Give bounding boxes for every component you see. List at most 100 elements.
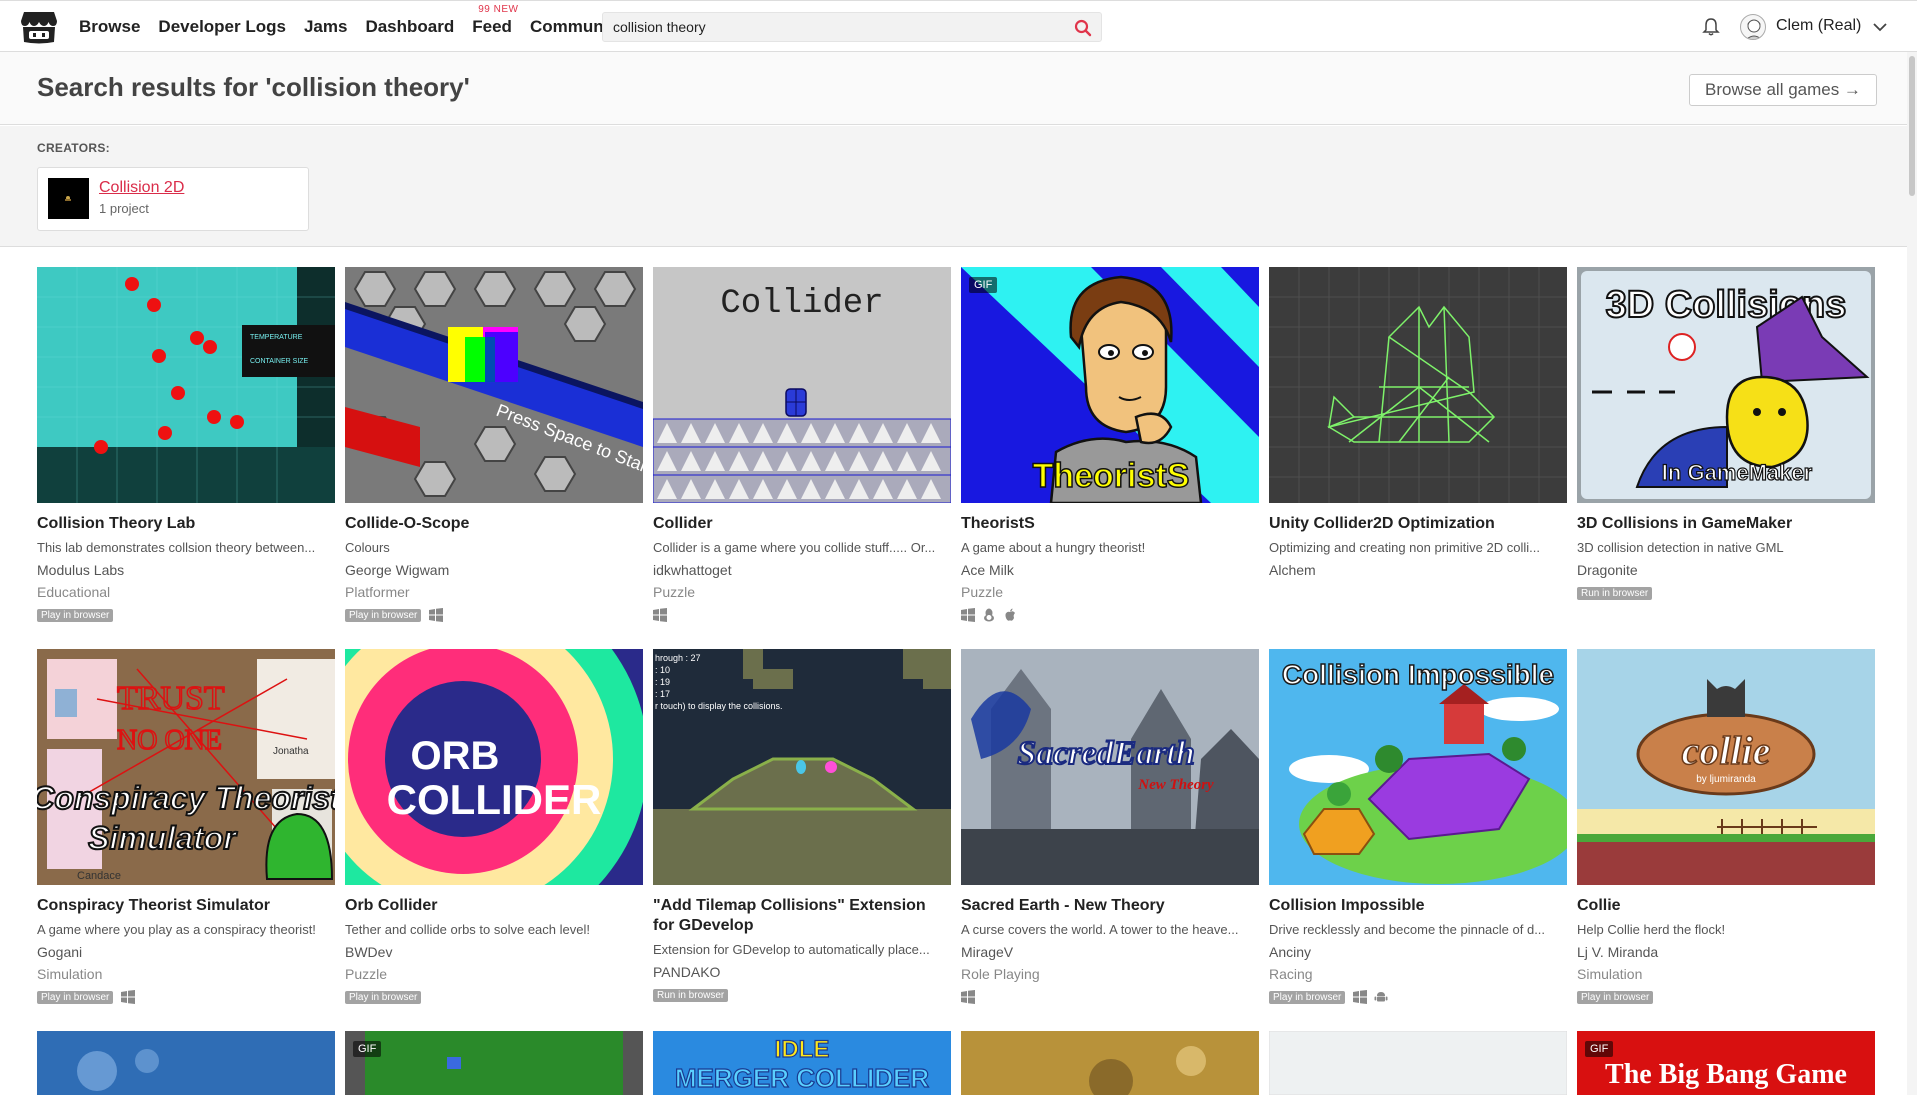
game-title[interactable]: "Add Tilemap Collisions" Extension for G…	[653, 896, 951, 936]
game-platforms: Play in browser	[37, 989, 142, 1005]
thumb-t17-text: : 17	[655, 689, 670, 699]
search-input[interactable]	[613, 19, 1053, 35]
game-title[interactable]: Collider	[653, 514, 951, 534]
game-thumbnail[interactable]: TEMPERATURE CONTAINER SIZE	[37, 267, 335, 503]
game-title[interactable]: Conspiracy Theorist Simulator	[37, 896, 335, 916]
game-description: A game about a hungry theorist!	[961, 540, 1146, 555]
game-thumbnail[interactable]: IDLE MERGER COLLIDER	[653, 1031, 951, 1095]
itchio-logo-icon[interactable]	[20, 9, 58, 45]
game-description: Colours	[345, 540, 390, 555]
game-author[interactable]: idkwhattoget	[653, 562, 732, 578]
play-in-browser-tag: Play in browser	[1269, 990, 1346, 1004]
browse-all-games-button[interactable]: Browse all games →	[1689, 74, 1877, 106]
game-platforms: Play in browser	[345, 989, 429, 1005]
thumb-conspiracy-text: Conspiracy Theorist	[37, 780, 335, 816]
game-genre[interactable]: Simulation	[1577, 966, 1642, 982]
game-platforms	[961, 989, 982, 1005]
game-genre[interactable]: Simulation	[37, 966, 102, 982]
thumb-sacred-earth-text: SacredEarth	[1017, 735, 1195, 772]
game-genre[interactable]: Platformer	[345, 584, 410, 600]
game-author[interactable]: BWDev	[345, 944, 392, 960]
game-title[interactable]: Collision Impossible	[1269, 896, 1567, 916]
game-thumbnail[interactable]: hrough : 27 : 10 : 19 : 17 r touch) to d…	[653, 649, 951, 885]
game-thumbnail[interactable]: ORB COLLIDER	[345, 649, 643, 885]
game-thumbnail[interactable]: The Big Bang Game GIF	[1577, 1031, 1875, 1095]
game-platforms	[653, 607, 674, 623]
game-author[interactable]: Anciny	[1269, 944, 1311, 960]
game-genre[interactable]: Racing	[1269, 966, 1313, 982]
game-thumbnail[interactable]: GIF	[345, 1031, 643, 1095]
thumb-by-text: by ljumiranda	[1696, 774, 1756, 785]
game-author[interactable]: PANDAKO	[653, 964, 720, 980]
thumb-jonathan-text: Jonatha	[273, 746, 309, 757]
scrollbar-thumb[interactable]	[1909, 56, 1915, 196]
avatar[interactable]	[1740, 14, 1766, 40]
game-title[interactable]: Unity Collider2D Optimization	[1269, 514, 1567, 534]
nav-feed-label: Feed	[472, 17, 512, 36]
game-thumbnail[interactable]: SacredEarth New Theory	[961, 649, 1259, 885]
play-in-browser-tag: Play in browser	[37, 608, 114, 622]
nav-developer-logs[interactable]: Developer Logs	[158, 17, 286, 37]
game-author[interactable]: MirageV	[961, 944, 1013, 960]
nav-browse[interactable]: Browse	[79, 17, 140, 37]
game-thumbnail[interactable]: 3D Collisions In GameMaker	[1577, 267, 1875, 503]
game-platforms: Play in browser	[37, 607, 121, 623]
nav-dashboard[interactable]: Dashboard	[365, 17, 454, 37]
game-author[interactable]: Lj V. Miranda	[1577, 944, 1658, 960]
windows-icon	[429, 608, 444, 622]
feed-new-badge: 99 NEW	[478, 4, 519, 15]
game-thumbnail[interactable]: Collider	[653, 267, 951, 503]
thumb-collie-text: collie	[1682, 728, 1771, 773]
game-thumbnail[interactable]: Collision Impossible	[1269, 649, 1567, 885]
run-in-browser-tag: Run in browser	[1577, 586, 1653, 600]
game-title[interactable]: 3D Collisions in GameMaker	[1577, 514, 1875, 534]
game-genre[interactable]: Puzzle	[345, 966, 387, 982]
windows-icon	[121, 990, 136, 1004]
game-genre[interactable]: Puzzle	[653, 584, 695, 600]
creator-name-link[interactable]: Collision 2D	[99, 179, 184, 197]
game-author[interactable]: Modulus Labs	[37, 562, 124, 578]
game-title[interactable]: Collide-O-Scope	[345, 514, 643, 534]
main-nav: Browse Developer Logs Jams Dashboard 99 …	[79, 1, 641, 53]
game-thumbnail[interactable]: TheoristS GIF	[961, 267, 1259, 503]
creator-project-count: 1 project	[99, 201, 149, 216]
nav-feed[interactable]: 99 NEW Feed	[472, 4, 518, 37]
game-platforms: Run in browser	[653, 987, 736, 1003]
game-title[interactable]: Orb Collider	[345, 896, 643, 916]
game-title[interactable]: Collision Theory Lab	[37, 514, 335, 534]
game-author[interactable]: George Wigwam	[345, 562, 449, 578]
game-thumbnail[interactable]: TRUST NO ONE Jonatha Conspiracy Theorist…	[37, 649, 335, 885]
game-title[interactable]: TheoristS	[961, 514, 1259, 534]
avatar-face-icon	[1746, 19, 1762, 39]
bell-icon[interactable]	[1701, 17, 1721, 37]
android-icon	[1374, 992, 1388, 1002]
nav-jams[interactable]: Jams	[304, 17, 347, 37]
page-scrollbar[interactable]	[1907, 52, 1917, 1095]
game-platforms: Play in browser	[1577, 989, 1661, 1005]
game-thumbnail[interactable]	[961, 1031, 1259, 1095]
user-name[interactable]: Clem (Real)	[1776, 17, 1861, 35]
gif-badge: GIF	[969, 277, 998, 293]
thumb-new-theory-text: New Theory	[1137, 777, 1214, 793]
gif-badge: GIF	[1585, 1041, 1614, 1057]
game-author[interactable]: Gogani	[37, 944, 82, 960]
game-author[interactable]: Dragonite	[1577, 562, 1638, 578]
game-genre[interactable]: Educational	[37, 584, 110, 600]
game-thumbnail[interactable]	[1269, 267, 1567, 503]
game-genre[interactable]: Role Playing	[961, 966, 1040, 982]
game-genre[interactable]: Puzzle	[961, 584, 1003, 600]
game-title[interactable]: Collie	[1577, 896, 1875, 916]
chevron-down-icon[interactable]	[1871, 18, 1889, 36]
top-header: Browse Developer Logs Jams Dashboard 99 …	[0, 0, 1917, 52]
creator-card[interactable]: Collision 2D 1 project	[37, 167, 309, 231]
game-thumbnail[interactable]: Press Space to Start!	[345, 267, 643, 503]
game-thumbnail[interactable]: collie by ljumiranda	[1577, 649, 1875, 885]
search-icon[interactable]	[1073, 18, 1093, 38]
game-description: 3D collision detection in native GML	[1577, 540, 1784, 555]
game-author[interactable]: Alchem	[1269, 562, 1316, 578]
run-in-browser-tag: Run in browser	[653, 988, 729, 1002]
game-title[interactable]: Sacred Earth - New Theory	[961, 896, 1259, 916]
game-thumbnail[interactable]	[37, 1031, 335, 1095]
game-thumbnail[interactable]	[1269, 1031, 1567, 1095]
game-author[interactable]: Ace Milk	[961, 562, 1014, 578]
